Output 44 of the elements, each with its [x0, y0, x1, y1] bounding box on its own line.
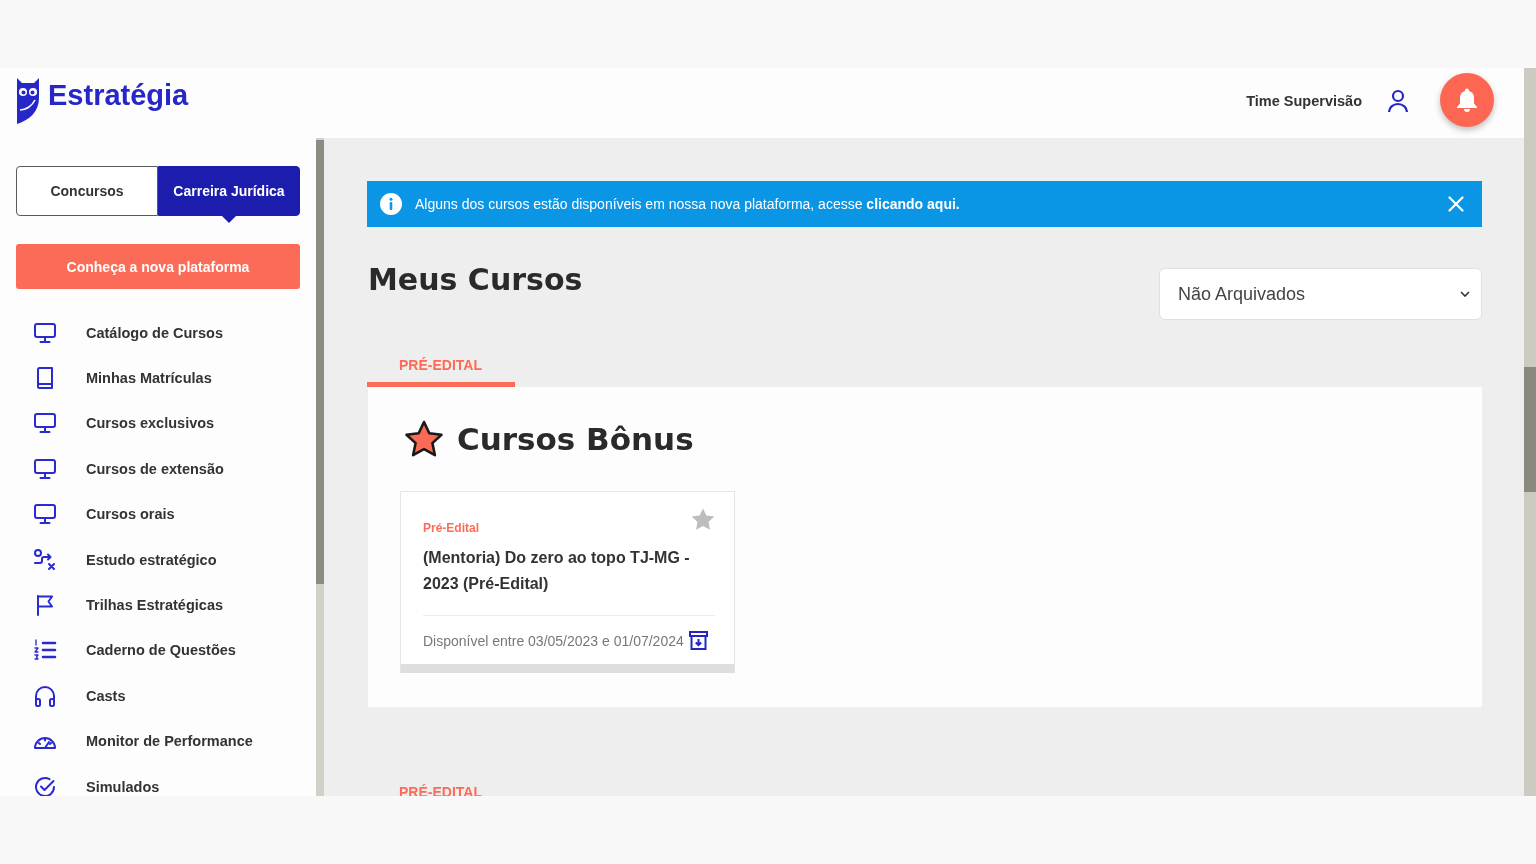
monitor-icon — [33, 411, 57, 436]
sidebar-item[interactable]: Cursos orais — [16, 491, 300, 537]
course-title: (Mentoria) Do zero ao topo TJ-MG - 2023 (Pré-Edital) — [423, 548, 691, 594]
sidebar-item[interactable]: Caderno de Questões — [16, 627, 300, 674]
star-icon — [404, 420, 444, 458]
user-name[interactable]: Time Supervisão — [1246, 93, 1362, 109]
chevron-down-icon — [1460, 291, 1470, 297]
course-category: Pré-Edital — [423, 521, 479, 535]
info-icon — [380, 193, 402, 215]
sidebar-item[interactable]: Trilhas Estratégicas — [16, 582, 300, 628]
archive-icon[interactable] — [688, 631, 708, 650]
notifications-button[interactable] — [1440, 73, 1494, 127]
sidebar-item[interactable]: Estudo estratégico — [16, 536, 300, 583]
archive-filter-select[interactable]: Não Arquivados — [1159, 268, 1482, 320]
page-title: Meus Cursos — [368, 262, 583, 298]
monitor-icon — [33, 502, 57, 527]
availability-text: Disponível entre 03/05/2023 e 01/07/2024 — [423, 632, 684, 649]
section-title: Cursos Bônus — [457, 421, 694, 457]
close-icon — [1448, 196, 1464, 212]
sidebar-item[interactable]: Cursos exclusivos — [16, 400, 300, 447]
sidebar-item[interactable]: Catálogo de Cursos — [16, 310, 300, 356]
sidebar-item[interactable]: Cursos de extensão — [16, 446, 300, 492]
course-card[interactable]: Pré-Edital (Mentoria) Do zero ao topo TJ-MG - 2023 (Pré-Edital) Disponível entre 03/05/2023 e 01/07/2024 — [400, 491, 735, 673]
favorite-star-icon[interactable] — [691, 508, 715, 531]
pointer-icon — [222, 216, 236, 223]
scrollbar-thumb[interactable] — [316, 140, 324, 584]
headphones-icon — [33, 683, 57, 708]
check-circle-icon — [33, 774, 57, 796]
close-button[interactable] — [1446, 194, 1466, 214]
user-icon[interactable] — [1387, 89, 1409, 113]
monitor-icon — [33, 320, 57, 345]
sidebar-item[interactable]: Minhas Matrículas — [16, 355, 300, 401]
monitor-icon — [33, 456, 57, 481]
sidebar-item[interactable]: Casts — [16, 673, 300, 719]
logo-wordmark[interactable]: Estratégia — [48, 78, 189, 112]
segment-tab[interactable]: Concursos — [16, 166, 158, 216]
sidebar-item[interactable]: Simulados — [16, 763, 300, 796]
route-icon — [33, 547, 57, 572]
scrollbar-thumb[interactable] — [1524, 367, 1536, 492]
banner-message: Alguns dos cursos estão disponíveis em nossa nova plataforma, acesse clicando aqui. — [415, 196, 961, 212]
owl-logo-icon — [16, 76, 40, 124]
bell-icon — [1456, 88, 1478, 112]
sidebar-item[interactable]: Monitor de Performance — [16, 718, 300, 764]
numbered-list-icon — [33, 638, 57, 663]
